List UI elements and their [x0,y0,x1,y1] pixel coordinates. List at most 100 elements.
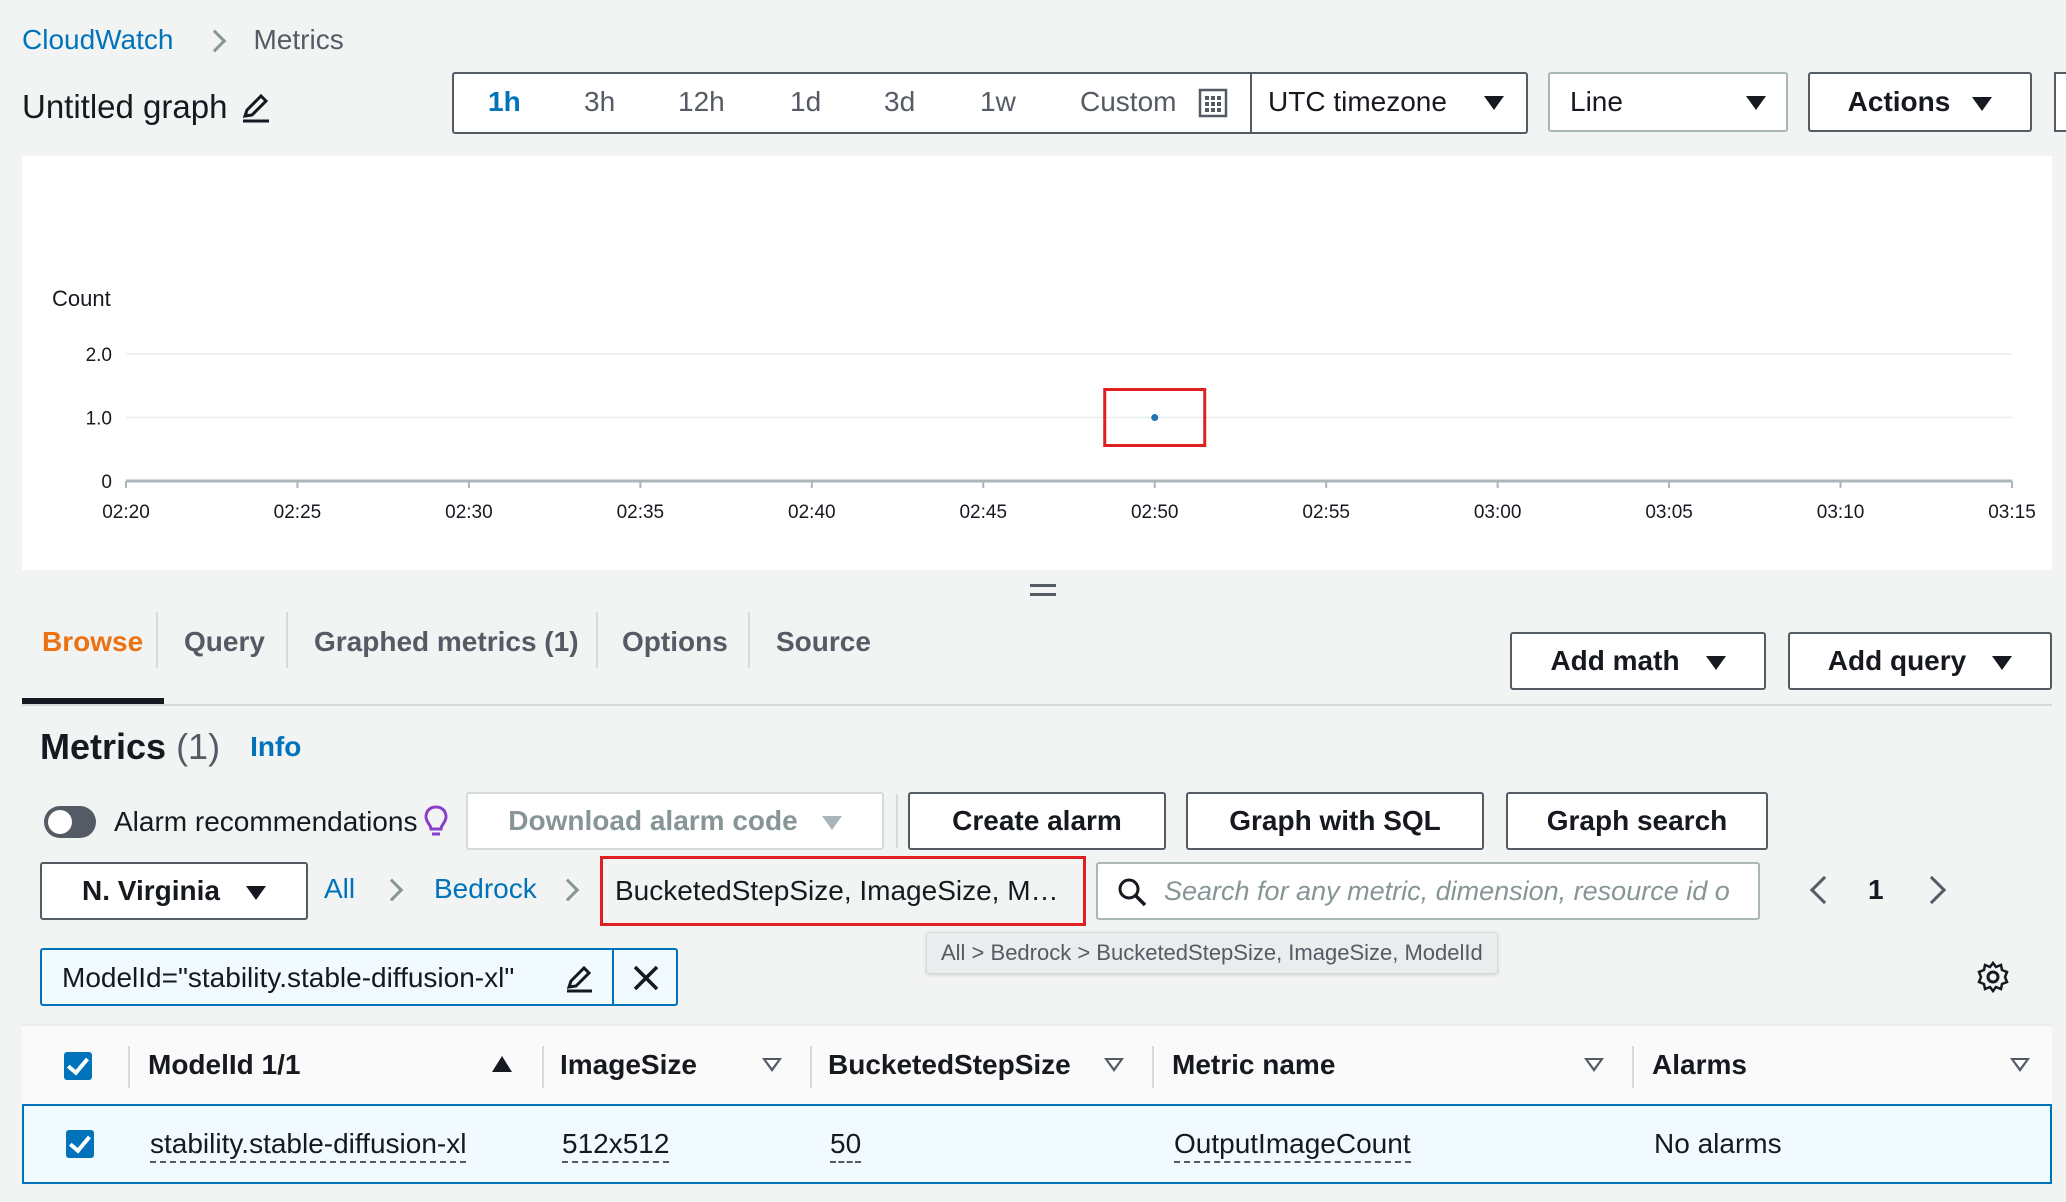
graph-with-sql-button[interactable]: Graph with SQL [1186,792,1484,850]
metric-search-input[interactable]: Search for any metric, dimension, resour… [1096,862,1760,920]
actions-caret-icon [1972,86,1993,118]
header-imagesize[interactable]: ImageSize [560,1026,697,1104]
graph-search-button[interactable]: Graph search [1506,792,1768,850]
chart-type-select[interactable]: Line [1548,72,1788,132]
tab-browse[interactable]: Browse [42,612,143,672]
header-metric-name[interactable]: Metric name [1172,1026,1335,1104]
x-tick-label: 03:00 [1474,502,1522,523]
x-tick-label: 02:25 [274,502,322,523]
time-1d-option[interactable]: 1d [790,86,821,118]
tab-source[interactable]: Source [776,612,871,672]
divider-bar [896,794,898,848]
time-3d-option[interactable]: 3d [884,86,915,118]
actions-button[interactable]: Actions [1808,72,2032,132]
alarm-recommendations-row: Alarm recommendations [44,800,449,844]
data-point [1151,414,1159,421]
metrics-table-header: ModelId 1/1 ImageSize BucketedStepSize M… [22,1024,2052,1104]
y-tick-label: 1.0 [86,409,112,430]
chart-panel: Count 2.0 1.0 0 02:20 02:25 02:30 02:35 02:40 02:… [22,156,2052,570]
metrics-title: Metrics [40,726,167,767]
create-alarm-button[interactable]: Create alarm [908,792,1166,850]
x-tick-label: 03:15 [1988,502,2036,523]
sort-imagesize-icon[interactable] [762,1058,782,1077]
page-number[interactable]: 1 [1868,874,1884,906]
filter-token: ModelId="stability.stable-diffusion-xl" [40,948,678,1006]
lightbulb-icon[interactable] [423,804,449,840]
graph-search-label: Graph search [1546,805,1728,836]
x-tick-label: 02:20 [102,502,150,523]
region-caret-icon [245,875,266,907]
timezone-caret-icon [1484,96,1504,115]
breadcrumb-chevron-icon [204,24,227,56]
settings-gear-icon[interactable] [1976,960,2010,994]
metrics-header: Metrics (1) Info [40,722,301,772]
time-3h-option[interactable]: 3h [584,86,615,118]
add-math-button[interactable]: Add math [1510,632,1766,690]
tab-query[interactable]: Query [184,612,265,672]
cell-imagesize[interactable]: 512x512 [562,1128,670,1163]
add-math-label: Add math [1550,645,1680,676]
edit-title-icon[interactable] [239,90,273,124]
tab-graphed-metrics[interactable]: Graphed metrics (1) [314,612,579,672]
y-tick-label: 0 [101,472,112,493]
crumb-chevron-icon [556,878,580,903]
add-math-caret-icon [1705,645,1726,677]
graph-title: Untitled graph [22,88,228,125]
x-tick-label: 03:10 [1817,502,1865,523]
add-query-caret-icon [1992,645,2013,677]
x-tick-label: 02:45 [959,502,1007,523]
x-tick-label: 02:40 [788,502,836,523]
header-modelid[interactable]: ModelId 1/1 [148,1026,300,1104]
table-row[interactable]: stability.stable-diffusion-xl 512x512 50… [22,1104,2052,1184]
crumb-dimensions-box[interactable]: BucketedStepSize, ImageSize, M… [600,856,1086,926]
cell-modelid[interactable]: stability.stable-diffusion-xl [150,1128,467,1163]
line-chart: Count 2.0 1.0 0 02:20 02:25 02:30 02:35 02:40 02:… [52,286,2036,523]
time-range-selector: 1h 3h 12h 1d 3d 1w Custom UTC timezone [452,72,1528,134]
tooltip-text: All > Bedrock > BucketedStepSize, ImageS… [941,940,1483,965]
metrics-count: (1) [176,726,221,767]
crumb-bedrock-link[interactable]: Bedrock [434,873,537,905]
time-1w-option[interactable]: 1w [980,86,1016,118]
x-tick-label: 03:05 [1645,502,1693,523]
time-1h-option[interactable]: 1h [488,86,521,118]
cell-stepsize[interactable]: 50 [830,1128,862,1163]
breadcrumb-tooltip: All > Bedrock > BucketedStepSize, ImageS… [926,932,1498,974]
chart-type-value: Line [1570,86,1623,117]
x-tick-label: 02:35 [617,502,665,523]
alarm-recommendations-toggle[interactable] [44,806,96,838]
breadcrumb-cloudwatch-link[interactable]: CloudWatch [22,24,173,56]
edit-filter-icon[interactable] [564,962,596,994]
timezone-select[interactable]: UTC timezone [1268,86,1447,118]
add-query-button[interactable]: Add query [1788,632,2052,690]
search-placeholder: Search for any metric, dimension, resour… [1164,876,1730,906]
tab-options[interactable]: Options [622,612,728,672]
download-alarm-code-label: Download alarm code [508,805,798,836]
resize-handle[interactable] [1030,582,1056,598]
graph-with-sql-label: Graph with SQL [1229,805,1441,836]
region-select[interactable]: N. Virginia [40,862,308,920]
header-bucketedstepsize[interactable]: BucketedStepSize [828,1026,1071,1104]
sort-stepsize-icon[interactable] [1104,1058,1124,1077]
x-tick-label: 02:55 [1302,502,1350,523]
crumb-all-link[interactable]: All [324,873,355,905]
download-caret-icon [821,805,842,837]
info-link[interactable]: Info [250,731,301,763]
add-query-label: Add query [1827,645,1967,676]
sort-metric-name-icon[interactable] [1584,1058,1604,1077]
breadcrumb: CloudWatch Metrics [22,20,344,60]
time-12h-option[interactable]: 12h [678,86,725,118]
calendar-icon[interactable] [1198,88,1228,118]
download-alarm-code-button[interactable]: Download alarm code [466,792,884,850]
filter-token-label: ModelId="stability.stable-diffusion-xl" [62,962,515,993]
sort-alarms-icon[interactable] [2010,1058,2030,1077]
remove-filter-icon[interactable] [630,962,662,994]
row-checkbox[interactable] [66,1130,94,1158]
crumb-dimensions-label: BucketedStepSize, ImageSize, M… [615,875,1059,906]
y-axis-label: Count [52,286,111,311]
cell-metric-name[interactable]: OutputImageCount [1174,1128,1411,1163]
time-custom-option[interactable]: Custom [1080,86,1176,118]
header-alarms[interactable]: Alarms [1652,1026,1747,1104]
select-all-checkbox[interactable] [64,1052,92,1080]
overflow-button[interactable] [2054,72,2066,132]
sort-ascending-icon[interactable] [492,1056,512,1072]
